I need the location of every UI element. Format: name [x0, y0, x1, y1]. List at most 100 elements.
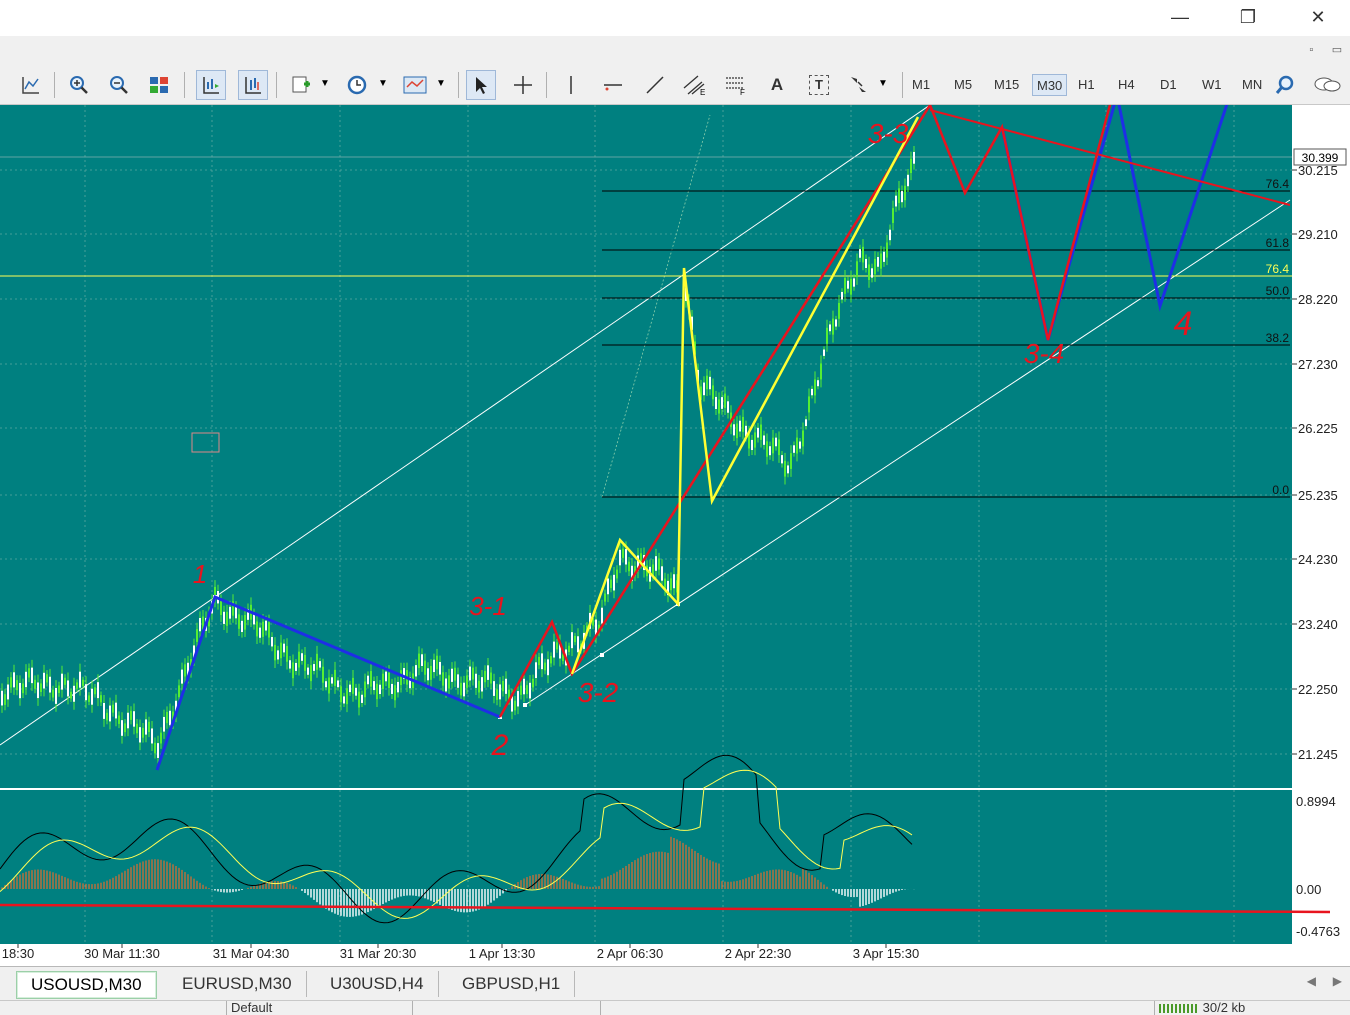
candle-body	[550, 656, 552, 664]
price-chart[interactable]: 30.21529.21028.22027.23026.22525.23524.2…	[0, 105, 1350, 965]
mdi-maximize-button[interactable]: ▭	[1326, 40, 1348, 60]
chart-tab[interactable]: EURUSD,M30	[168, 971, 307, 997]
candle-body	[529, 682, 531, 699]
candle-body	[91, 688, 93, 705]
tile-windows-button[interactable]	[144, 70, 174, 100]
minimize-button[interactable]: —	[1160, 4, 1200, 30]
anchor-point[interactable]	[523, 703, 527, 707]
chart-tab[interactable]: U30USD,H4	[316, 971, 439, 997]
candle-body	[241, 620, 243, 633]
timeframe-d1[interactable]: D1	[1156, 74, 1181, 96]
fib-level-label: 61.8	[1266, 236, 1290, 250]
timeframe-m15[interactable]: M15	[990, 74, 1023, 96]
candle-body	[835, 319, 837, 327]
candle-body	[28, 668, 30, 678]
candle-body	[244, 614, 246, 630]
candle-body	[535, 662, 537, 679]
candle-body	[754, 432, 756, 448]
tabs-scroll-left-icon[interactable]: ◀	[1307, 974, 1316, 988]
candle-body	[37, 682, 39, 699]
candle-body	[616, 569, 618, 579]
candle-body	[913, 151, 915, 164]
indicators-button[interactable]	[286, 70, 316, 100]
restore-button[interactable]: ❐	[1228, 4, 1268, 30]
horizontal-line-tool-button[interactable]	[598, 70, 628, 100]
tabs-scroll-right-icon[interactable]: ▶	[1333, 974, 1342, 988]
arrows-dropdown-icon[interactable]: ▼	[878, 78, 888, 89]
zoom-in-button[interactable]	[64, 70, 94, 100]
timeframe-m5[interactable]: M5	[950, 74, 976, 96]
anchor-point[interactable]	[600, 653, 604, 657]
fibonacci-tool-button[interactable]: F	[722, 70, 752, 100]
candle-body	[796, 437, 798, 454]
arrows-tool-button[interactable]	[844, 70, 874, 100]
search-button[interactable]	[1270, 70, 1300, 100]
candle-body	[484, 670, 486, 683]
candle-body	[475, 673, 477, 688]
main-chart-area[interactable]	[0, 105, 1292, 788]
candle-body	[424, 660, 426, 675]
auto-scroll-button[interactable]	[196, 70, 226, 100]
candle-body	[880, 253, 882, 269]
chart-tab[interactable]: GBPUSD,H1	[448, 971, 576, 997]
zoom-out-button[interactable]	[104, 70, 134, 100]
close-button[interactable]: ✕	[1298, 4, 1338, 30]
chat-button[interactable]	[1312, 70, 1342, 100]
candle-body	[514, 700, 516, 711]
cursor-tool-button[interactable]	[466, 70, 496, 100]
candle-body	[43, 672, 45, 689]
candle-body	[199, 617, 201, 632]
candle-body	[148, 721, 150, 732]
timeframe-m1[interactable]: M1	[908, 74, 934, 96]
text-tool-button[interactable]: A	[762, 70, 792, 100]
candle-body	[25, 671, 27, 688]
trendline-tool-button[interactable]	[640, 70, 670, 100]
periodicity-dropdown-icon[interactable]: ▼	[378, 78, 388, 89]
candle-body	[763, 435, 765, 445]
candle-body	[742, 416, 744, 432]
templates-dropdown-icon[interactable]: ▼	[436, 78, 446, 89]
candle-body	[220, 601, 222, 615]
candle-body	[526, 685, 528, 694]
mdi-restore-button[interactable]: ▫	[1300, 40, 1322, 60]
candle-body	[436, 655, 438, 670]
candle-body	[604, 593, 606, 602]
templates-button[interactable]	[400, 70, 430, 100]
search-icon	[1275, 75, 1294, 94]
indicators-dropdown-icon[interactable]: ▼	[320, 78, 330, 89]
timeframe-mn[interactable]: MN	[1238, 74, 1266, 96]
candle-body	[328, 677, 330, 694]
timeframe-h4[interactable]: H4	[1114, 74, 1139, 96]
candle-body	[853, 278, 855, 287]
candle-body	[34, 679, 36, 689]
candle-body	[280, 642, 282, 659]
candle-body	[421, 654, 423, 666]
candle-body	[109, 705, 111, 722]
status-cell-2	[412, 1001, 597, 1015]
timeframe-m30[interactable]: M30	[1032, 74, 1068, 96]
periodicity-button[interactable]	[342, 70, 372, 100]
candle-body	[601, 607, 603, 624]
candle-body	[1, 690, 3, 706]
equidistant-channel-tool-button[interactable]: E	[680, 70, 710, 100]
candle-body	[712, 385, 714, 400]
crosshair-tool-button[interactable]	[508, 70, 538, 100]
crosshair-icon	[514, 76, 532, 94]
line-chart-button[interactable]	[16, 70, 46, 100]
candle-body	[502, 680, 504, 692]
candle-body	[268, 622, 270, 638]
chart-tab[interactable]: USOUSD,M30	[16, 971, 157, 999]
chart-shift-button[interactable]	[238, 70, 268, 100]
candle-body	[781, 455, 783, 464]
candle-body	[235, 606, 237, 619]
text-label-tool-button[interactable]: T	[804, 70, 834, 100]
timeframe-w1[interactable]: W1	[1198, 74, 1226, 96]
candle-body	[850, 278, 852, 295]
candle-body	[814, 379, 816, 396]
candle-body	[703, 382, 705, 396]
candle-body	[454, 667, 456, 681]
candle-body	[517, 691, 519, 707]
vertical-line-tool-button[interactable]	[556, 70, 586, 100]
timeframe-h1[interactable]: H1	[1074, 74, 1099, 96]
candle-body	[466, 675, 468, 688]
